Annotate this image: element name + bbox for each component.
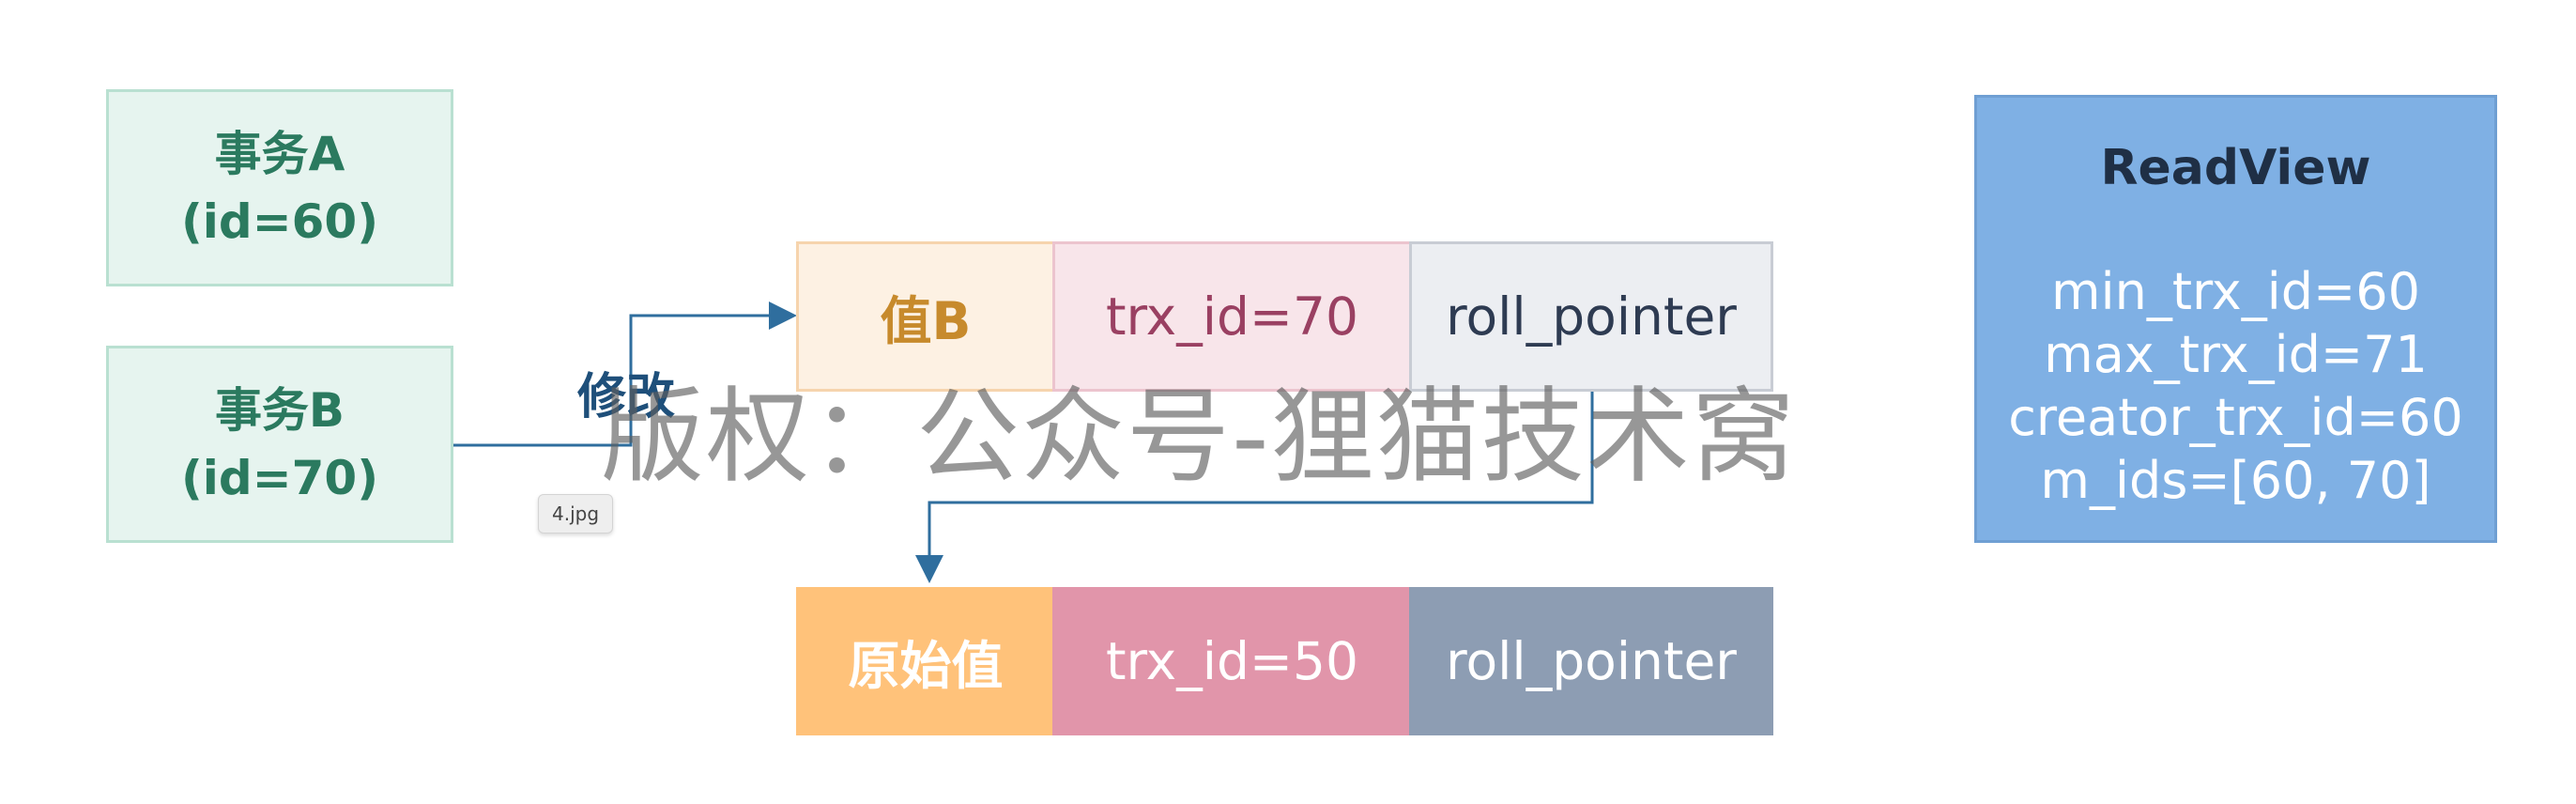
original-row-value: 原始值 — [796, 587, 1055, 735]
readview-m-ids: m_ids=[60, 70] — [2040, 451, 2431, 510]
readview-min-trx-id: min_trx_id=60 — [2051, 262, 2420, 321]
readview-fields: min_trx_id=60 max_trx_id=71 creator_trx_… — [1977, 260, 2494, 512]
readview-box: ReadView min_trx_id=60 max_trx_id=71 cre… — [1974, 95, 2497, 543]
readview-creator-trx-id: creator_trx_id=60 — [2008, 388, 2463, 447]
copyright-watermark: 版权：公众号-狸猫技术窝 — [601, 377, 1797, 497]
transaction-b-box: 事务B (id=70) — [106, 346, 453, 543]
transaction-a-box: 事务A (id=60) — [106, 89, 453, 286]
transaction-a-name: 事务A — [214, 126, 345, 181]
original-row-roll-pointer: roll_pointer — [1409, 587, 1773, 735]
original-row-trx-id: trx_id=50 — [1052, 587, 1412, 735]
readview-title: ReadView — [2100, 140, 2371, 196]
readview-max-trx-id: max_trx_id=71 — [2044, 325, 2428, 384]
transaction-b-id: (id=70) — [180, 451, 379, 505]
transaction-b-name: 事务B — [214, 382, 345, 438]
transaction-a-id: (id=60) — [180, 194, 379, 249]
